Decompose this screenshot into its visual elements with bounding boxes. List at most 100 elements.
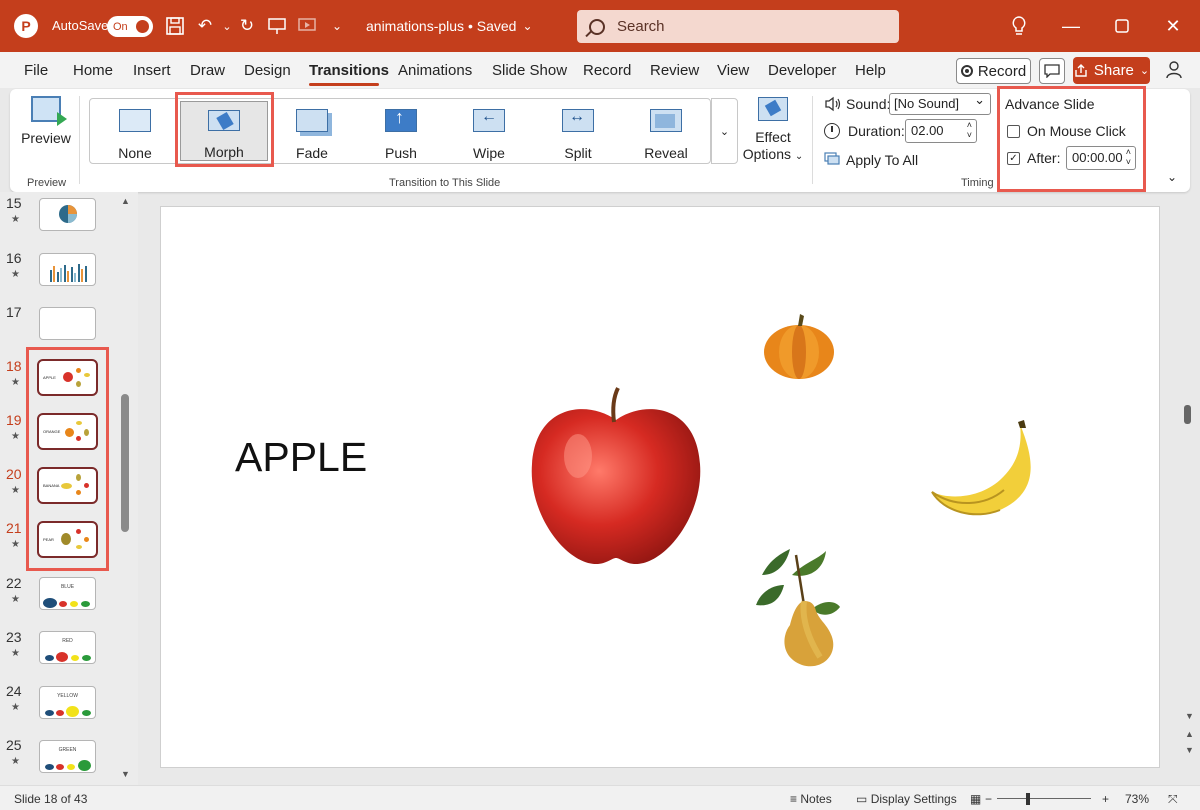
previous-slide-icon[interactable]: ▲ (1185, 729, 1194, 739)
lightbulb-icon[interactable] (1007, 14, 1031, 38)
slide-number: 20 (6, 466, 22, 482)
slide-thumbnail-16[interactable] (39, 253, 96, 286)
maximize-icon[interactable] (1110, 14, 1134, 38)
duration-spinner[interactable]: 02.00 ˄ ˅ (905, 119, 977, 143)
sound-select[interactable]: [No Sound] (889, 92, 991, 115)
tab-view[interactable]: View (717, 62, 749, 79)
yellow-circle-icon (70, 601, 78, 607)
transition-wipe[interactable]: Wipe (445, 101, 533, 161)
notes-button[interactable]: ≡ Notes (790, 792, 832, 806)
pie-chart-icon (59, 205, 77, 223)
tab-review[interactable]: Review (650, 62, 699, 79)
document-title[interactable]: animations-plus • Saved ⌄ (366, 18, 533, 34)
slide-thumbnail-25[interactable]: GREEN (39, 740, 96, 773)
pumpkin-image[interactable] (762, 312, 836, 380)
zoom-slider[interactable] (997, 798, 1091, 799)
tab-home[interactable]: Home (73, 62, 113, 79)
preview-label: Preview (21, 130, 71, 146)
coauthor-icon[interactable] (1164, 59, 1186, 81)
autosave-toggle[interactable]: On (107, 16, 153, 37)
tab-design[interactable]: Design (244, 62, 291, 79)
customize-toolbar-icon[interactable]: ⌄ (326, 15, 348, 37)
scroll-up-icon[interactable]: ▲ (121, 196, 130, 206)
thumb-title: RED (62, 638, 73, 644)
duration-value: 02.00 (911, 123, 944, 138)
tab-transitions[interactable]: Transitions (309, 62, 389, 79)
save-icon[interactable] (164, 15, 186, 37)
apply-to-all-button[interactable]: Apply To All (824, 151, 918, 169)
clock-icon (824, 123, 840, 139)
undo-icon[interactable]: ↶ (194, 15, 216, 37)
green-circle-icon (81, 601, 90, 607)
from-beginning-icon[interactable] (296, 15, 318, 37)
slide-thumbnail-22[interactable]: BLUE (39, 577, 96, 610)
display-settings-button[interactable]: ▭ Display Settings (856, 792, 957, 806)
duration-label: Duration: (848, 123, 905, 139)
record-button[interactable]: Record (956, 58, 1031, 84)
pear-image[interactable] (752, 545, 842, 671)
fit-slide-icon[interactable]: ⤧ (1168, 792, 1178, 807)
apple-image[interactable] (528, 386, 704, 568)
transition-push[interactable]: Push (357, 101, 445, 161)
animation-star-icon: ★ (11, 431, 20, 442)
zoom-out-icon[interactable]: − (985, 792, 992, 806)
spinner-arrows-icon[interactable]: ˄ ˅ (967, 120, 972, 140)
transition-reveal[interactable]: Reveal (622, 101, 710, 161)
tab-animations[interactable]: Animations (398, 62, 472, 79)
highlight-advance-slide (997, 86, 1146, 192)
slide-thumbnail-15[interactable] (39, 198, 96, 231)
transition-fade[interactable]: Fade (268, 101, 356, 161)
gallery-more-button[interactable]: ⌄ (711, 98, 738, 164)
tab-record[interactable]: Record (583, 62, 631, 79)
document-title-text: animations-plus • Saved (366, 18, 517, 34)
sound-icon (824, 95, 842, 113)
view-normal-icon[interactable]: ▦ (970, 792, 981, 806)
status-bar: Slide 18 of 43 ≡ Notes ▭ Display Setting… (0, 785, 1200, 810)
tab-developer[interactable]: Developer (768, 62, 836, 79)
push-transition-icon (385, 107, 417, 132)
undo-dropdown-icon[interactable]: ⌄ (216, 15, 238, 37)
effect-options-button[interactable]: Effect Options ⌄ (741, 97, 805, 167)
slide-scrollbar[interactable] (1184, 405, 1191, 424)
display-settings-label: Display Settings (870, 792, 957, 806)
zoom-slider-handle[interactable] (1026, 793, 1030, 805)
next-slide-icon[interactable]: ▼ (1185, 745, 1194, 755)
transition-label: Wipe (473, 145, 505, 161)
redo-icon[interactable]: ↻ (236, 15, 258, 37)
slide-thumbnail-23[interactable]: RED (39, 631, 96, 664)
tab-help[interactable]: Help (855, 62, 886, 79)
close-icon[interactable]: ✕ (1161, 14, 1185, 38)
thumbnail-scrollbar[interactable] (121, 394, 129, 532)
tab-insert[interactable]: Insert (133, 62, 171, 79)
search-box[interactable]: Search (577, 10, 899, 43)
preview-button[interactable]: Preview (18, 96, 74, 156)
transition-label: None (118, 145, 152, 161)
duration-row: Duration: (824, 123, 905, 139)
share-button[interactable]: Share ⌄ (1073, 57, 1150, 84)
slide-thumbnail-24[interactable]: YELLOW (39, 686, 96, 719)
scroll-down-icon[interactable]: ▼ (1185, 711, 1194, 721)
transition-split[interactable]: Split (534, 101, 622, 161)
effect-options-label-line2: Options ⌄ (743, 146, 804, 165)
tab-file[interactable]: File (24, 62, 48, 79)
minimize-icon[interactable]: — (1059, 14, 1083, 38)
ribbon-expand-icon[interactable]: ⌄ (1167, 170, 1177, 184)
record-icon (960, 65, 973, 77)
slide-heading[interactable]: APPLE (235, 434, 367, 481)
tab-slide-show[interactable]: Slide Show (492, 62, 567, 79)
red-circle-icon (56, 710, 64, 716)
comments-button[interactable] (1039, 58, 1065, 84)
group-label-transition: Transition to This Slide (389, 177, 501, 189)
record-label: Record (977, 62, 1027, 80)
tab-draw[interactable]: Draw (190, 62, 225, 79)
scroll-down-icon[interactable]: ▼ (121, 769, 130, 779)
blue-circle-icon (45, 764, 54, 770)
banana-image[interactable] (930, 420, 1045, 518)
yellow-circle-icon (66, 706, 79, 717)
animation-star-icon: ★ (11, 485, 20, 496)
zoom-in-icon[interactable]: + (1102, 792, 1109, 806)
slide-thumbnail-17[interactable] (39, 307, 96, 340)
zoom-level[interactable]: 73% (1125, 792, 1149, 806)
present-icon[interactable] (266, 15, 288, 37)
transition-none[interactable]: None (91, 101, 179, 161)
